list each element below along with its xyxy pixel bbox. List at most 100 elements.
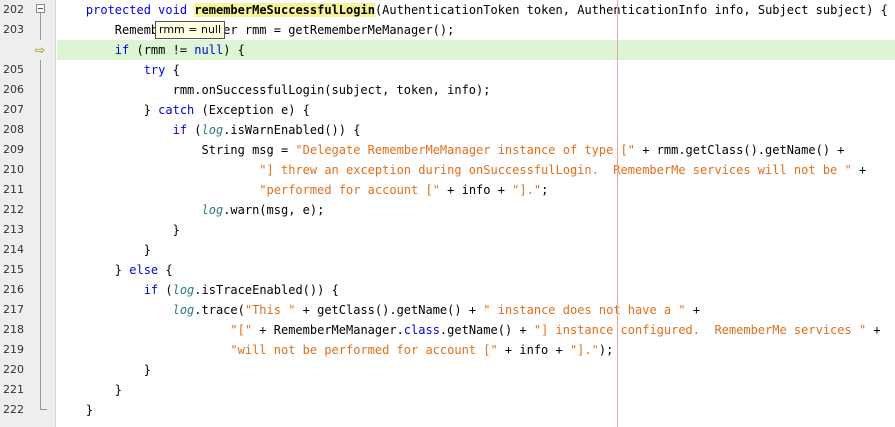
code-line[interactable]: 214 }: [0, 240, 895, 260]
line-number[interactable]: 212: [0, 200, 24, 220]
line-number[interactable]: 202: [0, 0, 24, 20]
line-number[interactable]: 210: [0, 160, 24, 180]
code-token: (AuthenticationToken token, Authenticati…: [374, 3, 888, 17]
code-line[interactable]: 206 rmm.onSuccessfulLogin(subject, token…: [0, 80, 895, 100]
code-token: }: [57, 103, 159, 117]
code-text[interactable]: try {: [57, 60, 895, 80]
line-number[interactable]: 217: [0, 300, 24, 320]
keyword-token: class: [403, 323, 440, 337]
code-line[interactable]: 217 log.trace("This " + getClass().getNa…: [0, 300, 895, 320]
code-text[interactable]: String msg = "Delegate RememberMeManager…: [57, 140, 895, 160]
code-text[interactable]: }: [57, 240, 895, 260]
code-text[interactable]: if (rmm != null) {: [57, 40, 895, 60]
code-text[interactable]: }: [57, 380, 895, 400]
code-token: RememberMeManager rmm = getRememberMeMan…: [57, 23, 455, 37]
code-line[interactable]: 219 "will not be performed for account […: [0, 340, 895, 360]
highlighted-method-name: rememberMeSuccessfulLogin: [194, 3, 375, 17]
line-number[interactable]: 215: [0, 260, 24, 280]
code-line[interactable]: 218 "[" + RememberMeManager.class.getNam…: [0, 320, 895, 340]
code-text[interactable]: "performed for account [" + info + "].";: [57, 180, 895, 200]
code-token: + info +: [497, 343, 570, 357]
code-line[interactable]: 208 if (log.isWarnEnabled()) {: [0, 120, 895, 140]
line-number[interactable]: 213: [0, 220, 24, 240]
string-token: "[": [230, 323, 253, 337]
code-text[interactable]: log.warn(msg, e);: [57, 200, 895, 220]
code-token: }: [57, 383, 123, 397]
code-line[interactable]: 222 }: [0, 400, 895, 420]
code-line[interactable]: 216 if (log.isTraceEnabled()) {: [0, 280, 895, 300]
line-number[interactable]: 211: [0, 180, 24, 200]
fold-guide: [34, 280, 48, 300]
collapse-toggle-icon[interactable]: [34, 0, 48, 20]
code-token: + info +: [439, 183, 513, 197]
code-line[interactable]: 205 try {: [0, 60, 895, 80]
line-number[interactable]: 203: [0, 20, 24, 40]
code-text[interactable]: if (log.isTraceEnabled()) {: [57, 280, 895, 300]
code-token: .isWarnEnabled()) {: [223, 123, 361, 137]
code-text[interactable]: }: [57, 400, 895, 420]
code-line[interactable]: 209 String msg = "Delegate RememberMeMan…: [0, 140, 895, 160]
line-number[interactable]: 220: [0, 360, 24, 380]
string-token: " instance does not have a ": [483, 303, 686, 317]
code-text[interactable]: }: [57, 360, 895, 380]
fold-guide: [34, 60, 48, 80]
code-line[interactable]: 202 protected void rememberMeSuccessfulL…: [0, 0, 895, 20]
code-token: .warn(msg, e);: [223, 203, 325, 217]
code-token: }: [57, 223, 180, 237]
line-number[interactable]: 208: [0, 120, 24, 140]
line-number[interactable]: 216: [0, 280, 24, 300]
code-token: String msg =: [57, 143, 296, 157]
code-line[interactable]: 213 }: [0, 220, 895, 240]
string-token: "].": [512, 183, 542, 197]
line-number[interactable]: [0, 40, 24, 60]
code-text[interactable]: "[" + RememberMeManager.class.getName() …: [57, 320, 895, 340]
fold-guide: [34, 80, 48, 100]
code-token: +: [866, 323, 881, 337]
code-token: +: [851, 163, 867, 177]
fold-guide: [34, 240, 48, 260]
line-number[interactable]: 209: [0, 140, 24, 160]
line-number[interactable]: 219: [0, 340, 24, 360]
code-line[interactable]: 203 RememberMeManager rmm = getRememberM…: [0, 20, 895, 40]
code-text[interactable]: rmm.onSuccessfulLogin(subject, token, in…: [57, 80, 895, 100]
code-line[interactable]: 221 }: [0, 380, 895, 400]
code-text[interactable]: "] threw an exception during onSuccessfu…: [57, 160, 895, 180]
code-token: ;: [541, 183, 549, 197]
code-token: .trace(: [194, 303, 245, 317]
code-token: {: [158, 263, 173, 277]
code-line-current[interactable]: ⇨ if (rmm != null) {: [0, 40, 895, 60]
code-editor[interactable]: 202 protected void rememberMeSuccessfulL…: [0, 0, 895, 427]
code-text[interactable]: }: [57, 220, 895, 240]
keyword-token: else: [129, 263, 159, 277]
code-text[interactable]: } catch (Exception e) {: [57, 100, 895, 120]
code-line[interactable]: 220 }: [0, 360, 895, 380]
code-text[interactable]: } else {: [57, 260, 895, 280]
code-text[interactable]: protected void rememberMeSuccessfulLogin…: [57, 0, 895, 20]
code-text[interactable]: if (log.isWarnEnabled()) {: [57, 120, 895, 140]
line-number[interactable]: 222: [0, 400, 24, 420]
keyword-token: if: [114, 43, 130, 57]
code-line[interactable]: 210 "] threw an exception during onSucce…: [0, 160, 895, 180]
variable-value-tooltip: rmm = null: [155, 21, 226, 39]
line-number[interactable]: 221: [0, 380, 24, 400]
code-text[interactable]: log.trace("This " + getClass().getName()…: [57, 300, 895, 320]
line-number[interactable]: 218: [0, 320, 24, 340]
field-token: log: [201, 203, 224, 217]
keyword-token: try: [143, 63, 166, 77]
code-line[interactable]: 212 log.warn(msg, e);: [0, 200, 895, 220]
line-number[interactable]: 207: [0, 100, 24, 120]
line-number[interactable]: 205: [0, 60, 24, 80]
line-number[interactable]: 214: [0, 240, 24, 260]
code-line[interactable]: 211 "performed for account [" + info + "…: [0, 180, 895, 200]
line-number[interactable]: 206: [0, 80, 24, 100]
code-text[interactable]: "will not be performed for account [" + …: [57, 340, 895, 360]
code-line[interactable]: 207 } catch (Exception e) {: [0, 100, 895, 120]
string-token: "will not be performed for account [": [230, 343, 498, 357]
code-line[interactable]: 215 } else {: [0, 260, 895, 280]
fold-guide: [34, 40, 48, 60]
code-token: (Exception e) {: [194, 103, 310, 117]
field-token: log: [201, 123, 224, 137]
